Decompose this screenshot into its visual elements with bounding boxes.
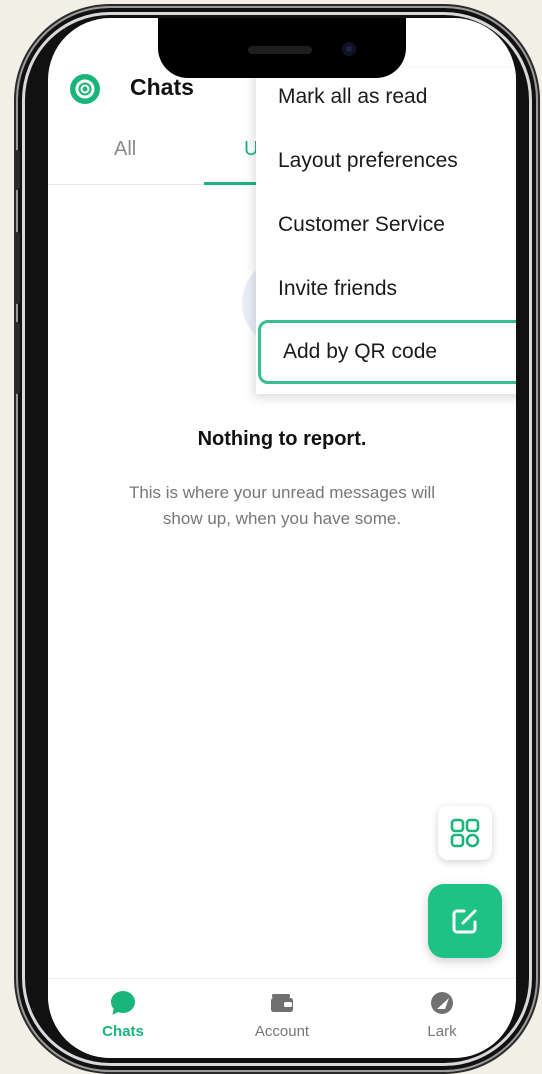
empty-state-description: This is where your unread messages will … — [128, 483, 436, 528]
notch — [158, 18, 406, 78]
volume-down-button — [14, 322, 20, 394]
menu-item-invite-friends[interactable]: Invite friends — [256, 262, 516, 316]
empty-state-title: Nothing to report. — [197, 428, 367, 450]
nav-lark-label: Lark — [427, 1023, 457, 1040]
lark-icon — [431, 992, 453, 1014]
overflow-menu: Mark all as read Layout preferences Cust… — [256, 68, 516, 394]
compose-icon — [452, 909, 477, 934]
nav-chats-label: Chats — [102, 1023, 144, 1040]
chat-bubble-icon — [111, 991, 135, 1015]
nav-chats[interactable]: Chats — [73, 989, 173, 1040]
screen: Chats All U Nothing to report. This is w… — [48, 18, 516, 1058]
camera — [342, 42, 356, 56]
compose-button[interactable] — [428, 884, 502, 958]
menu-item-layout-preferences[interactable]: Layout preferences — [256, 134, 516, 188]
qr-scan-button[interactable] — [438, 806, 492, 860]
grid-apps-icon — [450, 818, 480, 848]
volume-up-button — [14, 232, 20, 304]
nav-lark[interactable]: Lark — [392, 989, 492, 1040]
page-title: Chats — [130, 74, 194, 100]
speaker — [248, 46, 312, 54]
menu-item-mark-all-read[interactable]: Mark all as read — [256, 70, 516, 124]
app-logo-icon[interactable] — [70, 74, 100, 104]
bottom-navigation: Chats Account Lark — [48, 978, 516, 1058]
nav-account-label: Account — [254, 1023, 310, 1040]
menu-item-add-by-qr-code[interactable]: Add by QR code — [258, 320, 516, 384]
wallet-icon — [271, 994, 293, 1012]
nav-account[interactable]: Account — [232, 989, 332, 1040]
mute-switch — [14, 150, 20, 190]
menu-item-customer-service[interactable]: Customer Service — [256, 198, 516, 252]
tab-all[interactable]: All — [114, 138, 136, 161]
